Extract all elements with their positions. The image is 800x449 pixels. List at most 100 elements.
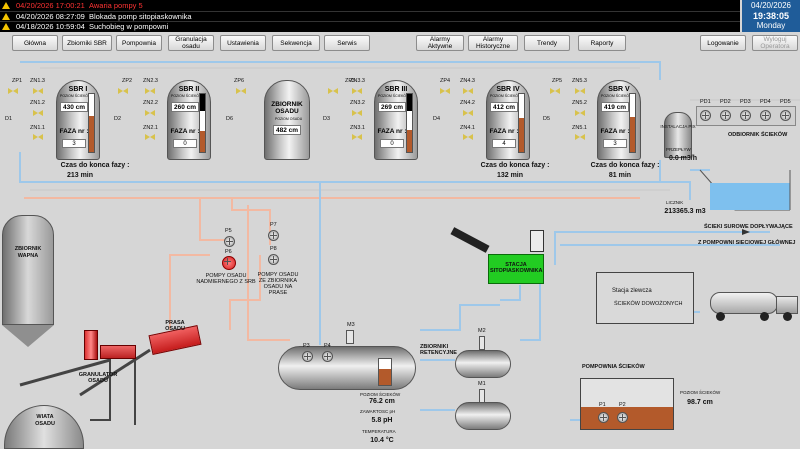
z-pompowni-label: Z POMPOWNI SIECIOWEJ GŁÓWNEJ <box>698 240 796 246</box>
pd1-label: PD1 <box>700 99 711 105</box>
faza-label: FAZA nr : <box>600 128 630 135</box>
pump-p8-icon[interactable] <box>268 254 279 265</box>
ph-value: 5.8 pH <box>371 417 393 424</box>
p2-label: P2 <box>619 402 626 408</box>
scieki-surowe-label: ŚCIEKI SUROWE DOPŁYWAJĄCE <box>704 224 793 230</box>
p5-label: P5 <box>225 228 232 234</box>
pump-p7-icon[interactable] <box>268 230 279 241</box>
valve-icon[interactable] <box>236 88 246 94</box>
valve-icon[interactable] <box>463 134 473 140</box>
valve-icon[interactable] <box>352 88 362 94</box>
mixer-m3-icon[interactable] <box>346 330 354 344</box>
tank-sbr-4[interactable]: SBR IV POZIOM ŚCIEKÓW 412 cm FAZA nr : 4 <box>486 80 530 160</box>
pump-p5-icon[interactable] <box>224 236 235 247</box>
valve-icon[interactable] <box>33 110 43 116</box>
ret-level-value: 76.2 cm <box>369 398 395 405</box>
pump-p1-icon[interactable] <box>598 412 609 423</box>
silo-wapna[interactable] <box>2 215 54 325</box>
mixer-m2-icon[interactable] <box>479 336 485 350</box>
level-fill <box>407 129 412 152</box>
ret-level-fill <box>379 369 391 385</box>
truck-wheel <box>760 312 769 321</box>
valve-icon[interactable] <box>145 110 155 116</box>
m1-label: M1 <box>478 381 486 387</box>
label-zn32: ZN3.2 <box>350 100 365 106</box>
tank-sbr-2[interactable]: SBR II POZIOM ŚCIEKÓW 260 cm FAZA nr : 0 <box>167 80 211 160</box>
valve-icon[interactable] <box>463 110 473 116</box>
pompy-nadmiernego-label: POMPY OSADU NADMIERNEGO Z SRB <box>196 273 256 285</box>
label-zn51: ZN5.1 <box>572 125 587 131</box>
valve-icon[interactable] <box>8 88 18 94</box>
pump-pd2-icon[interactable] <box>720 110 731 121</box>
odczyn-label: ZAWARTOSC pH <box>360 409 396 414</box>
tank-sub: POZIOM OSADU <box>275 117 303 121</box>
czas-value: 81 min <box>608 172 632 179</box>
faza-value: 0 <box>380 139 404 148</box>
p7-label: P7 <box>270 222 277 228</box>
valve-icon[interactable] <box>352 110 362 116</box>
mixer-m1-icon[interactable] <box>479 389 485 403</box>
p4-label: P4 <box>324 343 331 349</box>
valve-icon[interactable] <box>352 134 362 140</box>
granulator[interactable] <box>84 330 98 360</box>
level-fill <box>89 116 94 152</box>
m2-label: M2 <box>478 328 486 334</box>
tank-name: SBR III <box>384 86 408 93</box>
level-bar <box>629 93 636 153</box>
zbiornik-m2[interactable] <box>455 350 511 378</box>
pump-p3-icon[interactable] <box>302 351 313 362</box>
valve-icon[interactable] <box>328 88 338 94</box>
faza-value: 4 <box>492 139 516 148</box>
truck-tank <box>710 292 778 314</box>
pump-pd5-icon[interactable] <box>780 110 791 121</box>
pix-label: INSTALACJA PIX <box>660 124 696 129</box>
valve-icon[interactable] <box>33 134 43 140</box>
pump-pd1-icon[interactable] <box>700 110 711 121</box>
tank-sbr-1[interactable]: SBR I POZIOM ŚCIEKÓW 430 cm FAZA nr : 3 <box>56 80 100 160</box>
czas-label: Czas do konca fazy : <box>480 162 550 169</box>
label-zn21: ZN2.1 <box>143 125 158 131</box>
valve-icon[interactable] <box>145 88 155 94</box>
pd5-label: PD5 <box>780 99 791 105</box>
p1-label: P1 <box>599 402 606 408</box>
czas-label: Czas do konca fazy : <box>590 162 660 169</box>
label-zn41: ZN4.1 <box>460 125 475 131</box>
level-fill <box>519 117 524 152</box>
pompownia-label: POMPOWNIA ŚCIEKÓW <box>582 364 645 370</box>
level-fill <box>200 130 205 152</box>
zbiorniki-ret-label: ZBIORNIKI RETENCYJNE <box>420 344 457 356</box>
p6-label: P6 <box>225 249 232 255</box>
pump-pd4-icon[interactable] <box>760 110 771 121</box>
prasa-label: PRASA OSADU <box>165 320 185 332</box>
valve-icon[interactable] <box>463 88 473 94</box>
stacja-zlewcza[interactable] <box>596 272 694 324</box>
tank-sub: POZIOM ŚCIEKÓW <box>490 94 522 98</box>
label-zp1: ZP1 <box>12 78 23 84</box>
czas-value: 132 min <box>496 172 524 179</box>
pump-pd3-icon[interactable] <box>740 110 751 121</box>
pomp-level-value: 98.7 cm <box>687 399 713 406</box>
zbiornik-retencyjny[interactable] <box>278 346 416 390</box>
valve-icon[interactable] <box>145 134 155 140</box>
tank-zbiornik-osadu[interactable]: ZBIORNIK OSADU POZIOM OSADU 482 cm <box>264 80 310 160</box>
valve-icon[interactable] <box>575 88 585 94</box>
valve-icon[interactable] <box>575 134 585 140</box>
stacja-sito-label: STACJA SITOPIASKOWNIKA <box>490 262 543 274</box>
valve-icon[interactable] <box>575 110 585 116</box>
label-zn22: ZN2.2 <box>143 100 158 106</box>
pump-p4-icon[interactable] <box>322 351 333 362</box>
pump-p2-icon[interactable] <box>617 412 628 423</box>
valve-icon[interactable] <box>440 88 450 94</box>
tank-sbr-5[interactable]: SBR V POZIOM ŚCIEKÓW 419 cm FAZA nr : 3 <box>597 80 641 160</box>
silo-cone <box>2 325 54 347</box>
valve-icon[interactable] <box>550 88 560 94</box>
czas-label: Czas do konca fazy : <box>60 162 130 169</box>
tank-sbr-3[interactable]: SBR III POZIOM ŚCIEKÓW 269 cm FAZA nr : … <box>374 80 418 160</box>
pump-p6-icon[interactable] <box>222 256 236 270</box>
level-mark <box>200 94 205 112</box>
granulator-label: GRANULATOR OSADU <box>78 372 118 384</box>
pompownia-tank[interactable] <box>580 378 674 430</box>
zbiornik-m1[interactable] <box>455 402 511 430</box>
valve-icon[interactable] <box>118 88 128 94</box>
valve-icon[interactable] <box>33 88 43 94</box>
